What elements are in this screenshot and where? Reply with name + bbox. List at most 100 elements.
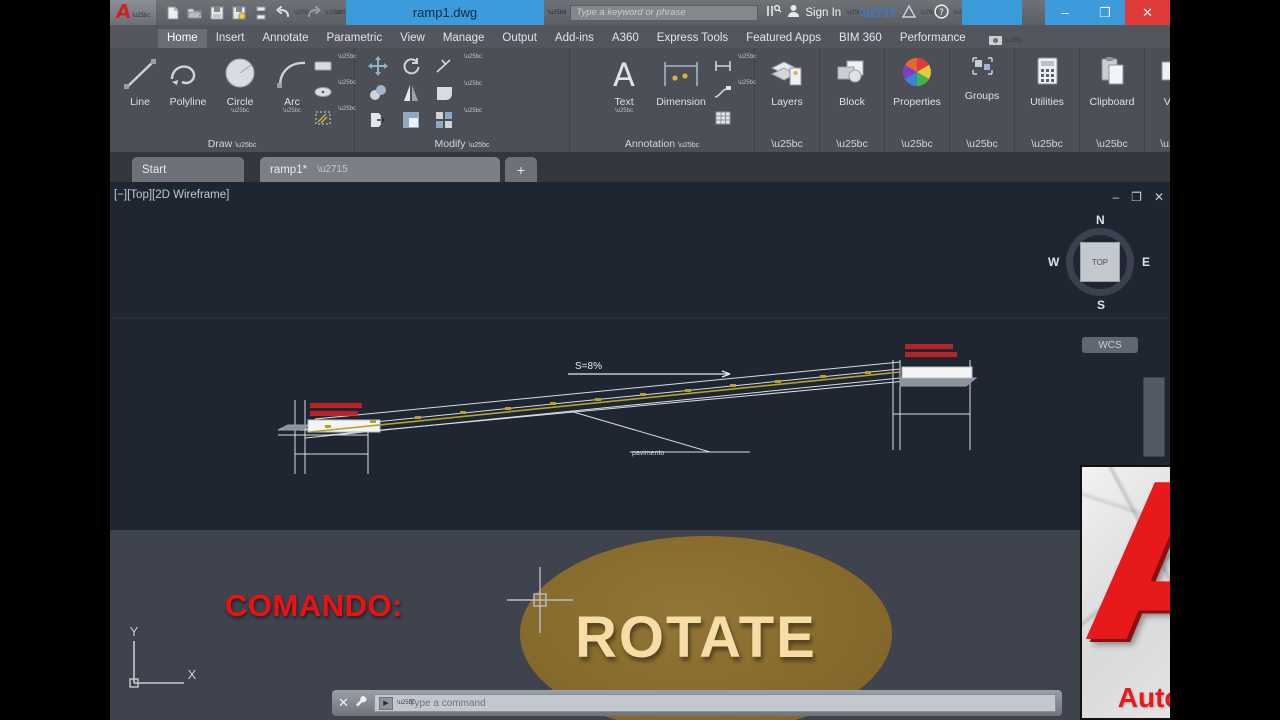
tab-output[interactable]: Output [493, 29, 546, 48]
layers-button[interactable]: Layers [761, 54, 813, 108]
command-settings-icon[interactable] [354, 694, 369, 712]
ucs-selector-badge[interactable]: WCS [1082, 337, 1138, 353]
qat-customize-caret-icon[interactable]: \u25bc [334, 10, 352, 16]
panel-utilities-expand[interactable]: \u25bc [1015, 138, 1079, 150]
rectangle-tool-button[interactable] [310, 54, 336, 78]
tab-featured-apps[interactable]: Featured Apps [737, 29, 830, 48]
view-cube[interactable]: TOP N S E W [1048, 213, 1150, 312]
autodesk-caret-icon[interactable]: \u25bc [921, 10, 939, 16]
user-avatar-icon[interactable] [787, 4, 800, 21]
save-icon[interactable] [206, 3, 227, 22]
command-line-bar[interactable]: ✕ ▶ \u25bc Type a command [332, 690, 1062, 716]
close-button[interactable]: ✕ [1125, 0, 1170, 25]
title-dropdown-caret-icon[interactable]: \u25b8 [544, 10, 570, 16]
application-menu-button[interactable]: A \u25bc [110, 0, 156, 25]
tab-view[interactable]: View [391, 29, 434, 48]
view-cube-face[interactable]: TOP [1080, 242, 1120, 282]
new-file-icon[interactable] [162, 3, 183, 22]
tab-home[interactable]: Home [158, 29, 207, 48]
panel-view-expand[interactable]: \u25bc [1145, 138, 1170, 150]
command-mode-badge[interactable]: ▶ [378, 696, 393, 710]
drawing-viewport[interactable]: [−][Top][2D Wireframe] – ❐ ✕ S=8% pavime… [110, 182, 1170, 530]
compass-west-label[interactable]: W [1048, 255, 1059, 269]
panel-annotation-title[interactable]: Annotation \u25bc [570, 138, 754, 150]
panel-properties-expand[interactable]: \u25bc [885, 138, 949, 150]
draw-line-button[interactable]: Line [114, 54, 166, 108]
command-input[interactable]: ▶ \u25bc Type a command [373, 694, 1056, 712]
sign-in-caret-icon[interactable]: \u25bc [846, 10, 864, 16]
panel-groups-expand[interactable]: \u25bc [950, 138, 1014, 150]
view-button[interactable]: View [1149, 54, 1170, 108]
workspace-switch-button[interactable]: \u25bc [988, 36, 1023, 48]
close-icon[interactable]: \u2715 [317, 164, 348, 175]
panel-clipboard-expand[interactable]: \u25bc [1080, 138, 1144, 150]
copy-tool-button[interactable] [365, 81, 391, 105]
tab-performance[interactable]: Performance [891, 29, 975, 48]
linear-dimension-button[interactable] [710, 54, 736, 78]
redo-icon[interactable] [303, 3, 324, 22]
hatch-dropdown-caret-icon[interactable]: \u25bc [338, 106, 356, 130]
text-dropdown-caret-icon[interactable]: \u25bc [598, 108, 650, 114]
print-icon[interactable] [250, 3, 271, 22]
tab-parametric[interactable]: Parametric [318, 29, 392, 48]
undo-dropdown-caret-icon[interactable]: \u25bc [294, 10, 312, 16]
scale-tool-button[interactable] [398, 108, 424, 132]
leader-caret-icon[interactable]: \u25bc [738, 80, 756, 104]
file-tab-ramp1[interactable]: ramp1* \u2715 [260, 157, 500, 182]
trim-dropdown-caret-icon[interactable]: \u25bc [464, 54, 482, 78]
compass-south-label[interactable]: S [1097, 298, 1105, 312]
clipboard-button[interactable]: Clipboard [1086, 54, 1138, 108]
rotate-tool-button[interactable] [398, 54, 424, 78]
utilities-button[interactable]: Utilities [1021, 54, 1073, 108]
new-tab-button[interactable]: + [505, 157, 537, 182]
command-close-icon[interactable]: ✕ [338, 695, 349, 711]
help-caret-icon[interactable]: \u25bc [954, 10, 972, 16]
fillet-dropdown-caret-icon[interactable]: \u25bc [464, 81, 482, 105]
search-input[interactable]: Type a keyword or phrase [570, 4, 759, 21]
tab-bim360[interactable]: BIM 360 [830, 29, 891, 48]
search-icon[interactable] [766, 4, 782, 21]
command-caret-icon[interactable]: \u25bc [397, 700, 415, 706]
panel-block-expand[interactable]: \u25bc [820, 138, 884, 150]
sign-in-label[interactable]: Sign In [805, 7, 841, 19]
linear-dim-caret-icon[interactable]: \u25bc [738, 54, 756, 78]
autodesk-icon[interactable] [901, 4, 916, 21]
tab-addins[interactable]: Add-ins [546, 29, 603, 48]
draw-circle-button[interactable]: Circle \u25bc [214, 54, 266, 114]
compass-east-label[interactable]: E [1142, 255, 1150, 269]
tab-a360[interactable]: A360 [603, 29, 648, 48]
panel-modify-title[interactable]: Modify \u25bc [355, 138, 569, 150]
ellipse-tool-button[interactable] [310, 80, 336, 104]
exchange-apps-icon[interactable]: \u2717 [859, 6, 896, 20]
stretch-tool-button[interactable] [365, 108, 391, 132]
panel-layers-expand[interactable]: \u25bc [755, 138, 819, 150]
ellipse-dropdown-caret-icon[interactable]: \u25bc [338, 80, 356, 104]
annotation-dimension-button[interactable]: Dimension [646, 54, 716, 108]
viewport-side-panel-handle[interactable] [1143, 377, 1165, 457]
block-button[interactable]: Block [826, 54, 878, 108]
table-tool-button[interactable] [710, 106, 736, 130]
tab-manage[interactable]: Manage [434, 29, 494, 48]
help-icon[interactable]: ? [933, 3, 949, 22]
maximize-button[interactable]: ❐ [1085, 0, 1125, 25]
properties-button[interactable]: Properties [891, 54, 943, 108]
circle-dropdown-caret-icon[interactable]: \u25bc [214, 108, 266, 114]
array-dropdown-caret-icon[interactable]: \u25bc [464, 108, 482, 132]
panel-draw-title[interactable]: Draw \u25bc [110, 138, 354, 150]
annotation-text-button[interactable]: A Text \u25bc [598, 54, 650, 114]
groups-button[interactable]: Groups [956, 54, 1008, 102]
tab-insert[interactable]: Insert [207, 29, 254, 48]
redo-dropdown-caret-icon[interactable]: \u25bc [325, 10, 343, 16]
compass-north-label[interactable]: N [1096, 213, 1105, 227]
file-tab-start[interactable]: Start [132, 157, 244, 182]
tab-annotate[interactable]: Annotate [253, 29, 317, 48]
trim-tool-button[interactable] [431, 54, 457, 78]
draw-polyline-button[interactable]: Polyline [162, 54, 214, 108]
move-tool-button[interactable] [365, 54, 391, 78]
tab-express-tools[interactable]: Express Tools [648, 29, 737, 48]
leader-tool-button[interactable] [710, 80, 736, 104]
mirror-tool-button[interactable] [398, 81, 424, 105]
undo-icon[interactable] [272, 3, 293, 22]
rectangle-dropdown-caret-icon[interactable]: \u25bc [338, 54, 356, 78]
minimize-button[interactable]: – [1045, 0, 1085, 25]
